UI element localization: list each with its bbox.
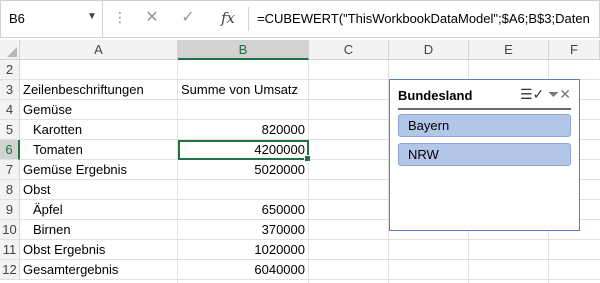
row-header-11[interactable]: 11 — [0, 240, 20, 260]
formula-bar-divider — [248, 7, 249, 31]
formula-bar: B6 ▼ ⋮ ✕ ✓ fx =CUBEWERT("ThisWorkbookDat… — [0, 0, 600, 38]
row-header-6[interactable]: 6 — [0, 140, 20, 160]
cell-a8[interactable]: Obst — [23, 180, 50, 200]
more-options-icon[interactable]: ⋮ — [113, 9, 127, 26]
fill-handle[interactable] — [304, 155, 311, 162]
column-header-d[interactable]: D — [389, 40, 469, 60]
cell-b5[interactable]: 820000 — [178, 120, 305, 140]
column-header-e[interactable]: E — [469, 40, 549, 60]
row-header-7[interactable]: 7 — [0, 160, 20, 180]
row-header-12[interactable]: 12 — [0, 260, 20, 280]
cell-b7[interactable]: 5020000 — [178, 160, 305, 180]
cell-a12[interactable]: Gesamtergebnis — [23, 260, 118, 280]
cell-b11[interactable]: 1020000 — [178, 240, 305, 260]
slicer-separator — [398, 108, 571, 110]
gridline — [308, 60, 309, 283]
gridline — [20, 239, 600, 240]
row-header-8[interactable]: 8 — [0, 180, 20, 200]
slicer-item-bayern[interactable]: Bayern — [398, 114, 571, 137]
select-all-icon — [7, 47, 17, 57]
cell-a11[interactable]: Obst Ergebnis — [23, 240, 105, 260]
cell-a5[interactable]: Karotten — [33, 120, 82, 140]
cell-a9[interactable]: Äpfel — [33, 200, 63, 220]
cell-a3[interactable]: Zeilenbeschriftungen — [23, 80, 144, 100]
row-header-2[interactable]: 2 — [0, 60, 20, 80]
cell-a10[interactable]: Birnen — [33, 220, 71, 240]
clear-filter-icon[interactable]: ⏷✕ — [548, 84, 571, 104]
column-header-a[interactable]: A — [20, 40, 178, 60]
column-header-c[interactable]: C — [309, 40, 389, 60]
row-header-5[interactable]: 5 — [0, 120, 20, 140]
row-header-4[interactable]: 4 — [0, 100, 20, 120]
active-cell-border — [178, 140, 311, 162]
row-header-9[interactable]: 9 — [0, 200, 20, 220]
insert-function-icon[interactable]: fx — [215, 7, 241, 29]
column-header-b[interactable]: B — [178, 40, 309, 60]
chevron-down-icon[interactable]: ▼ — [87, 11, 97, 22]
cell-b9[interactable]: 650000 — [178, 200, 305, 220]
row-header-3[interactable]: 3 — [0, 80, 20, 100]
cancel-icon[interactable]: ✕ — [139, 7, 165, 29]
cell-b10[interactable]: 370000 — [178, 220, 305, 240]
column-header-f[interactable]: F — [549, 40, 600, 60]
cell-b3[interactable]: Summe von Umsatz — [181, 80, 298, 100]
cell-a4[interactable]: Gemüse — [23, 100, 72, 120]
slicer-title: Bundesland — [398, 88, 473, 103]
name-box-value[interactable]: B6 — [9, 11, 25, 26]
slicer-bundesland[interactable]: Bundesland ☰✓ ⏷✕ Bayern NRW — [389, 79, 580, 231]
cell-a6[interactable]: Tomaten — [33, 140, 83, 160]
slicer-item-nrw[interactable]: NRW — [398, 143, 571, 166]
name-box[interactable]: B6 ▼ — [1, 1, 103, 37]
row-header-10[interactable]: 10 — [0, 220, 20, 240]
multi-select-icon[interactable]: ☰✓ — [520, 84, 544, 104]
select-all-button[interactable] — [0, 40, 20, 60]
cell-a7[interactable]: Gemüse Ergebnis — [23, 160, 127, 180]
formula-input[interactable]: =CUBEWERT("ThisWorkbookDataModel";$A6;B$… — [257, 11, 590, 26]
cell-b12[interactable]: 6040000 — [178, 260, 305, 280]
enter-icon[interactable]: ✓ — [175, 7, 201, 29]
